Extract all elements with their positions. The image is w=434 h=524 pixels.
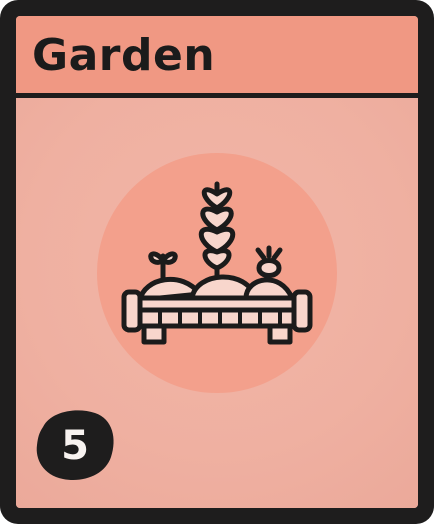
garden-planter-icon — [97, 153, 337, 393]
card-face: Garden 5 — [16, 16, 418, 508]
card[interactable]: Garden 5 — [0, 0, 434, 524]
cost-value: 5 — [61, 423, 89, 469]
card-art-area: 5 — [16, 98, 418, 508]
cost-blob-icon: 5 — [36, 410, 114, 481]
card-title: Garden — [32, 30, 216, 81]
card-title-bar: Garden — [16, 16, 418, 98]
